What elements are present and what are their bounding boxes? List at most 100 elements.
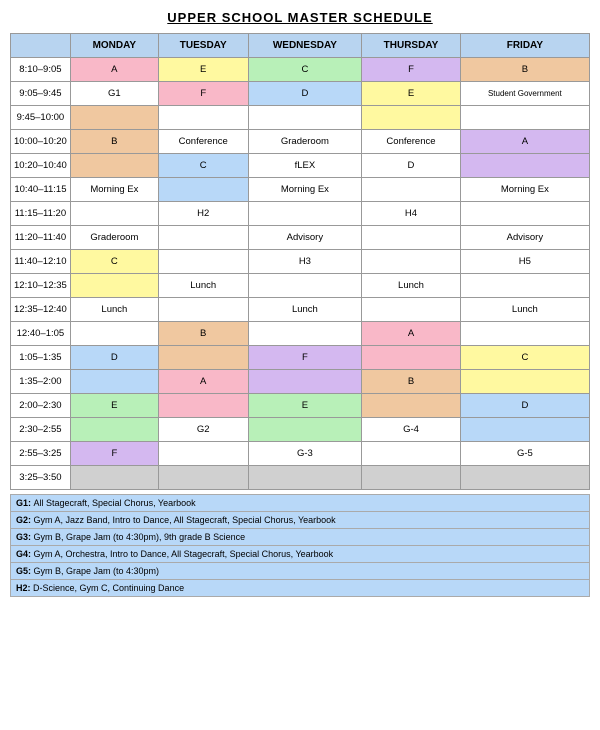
schedule-cell: Morning Ex: [70, 178, 158, 202]
schedule-cell: [248, 274, 362, 298]
time-cell: 1:35–2:00: [11, 370, 71, 394]
schedule-cell: [248, 106, 362, 130]
schedule-cell: [460, 202, 589, 226]
schedule-cell: [362, 346, 461, 370]
schedule-cell: B: [70, 130, 158, 154]
schedule-cell: Conference: [362, 130, 461, 154]
thursday-header: THURSDAY: [362, 34, 461, 58]
schedule-cell: [70, 106, 158, 130]
wednesday-header: WEDNESDAY: [248, 34, 362, 58]
schedule-cell: H5: [460, 250, 589, 274]
schedule-cell: D: [248, 82, 362, 106]
schedule-cell: fLEX: [248, 154, 362, 178]
schedule-cell: Conference: [158, 130, 248, 154]
schedule-cell: Morning Ex: [248, 178, 362, 202]
schedule-cell: F: [362, 58, 461, 82]
schedule-cell: B: [460, 58, 589, 82]
schedule-cell: [460, 322, 589, 346]
schedule-cell: Advisory: [248, 226, 362, 250]
legend-item: G2: Gym A, Jazz Band, Intro to Dance, Al…: [11, 512, 590, 529]
schedule-cell: H2: [158, 202, 248, 226]
schedule-cell: B: [158, 322, 248, 346]
schedule-cell: [70, 322, 158, 346]
schedule-cell: [70, 154, 158, 178]
schedule-cell: [158, 226, 248, 250]
schedule-cell: [158, 298, 248, 322]
friday-header: FRIDAY: [460, 34, 589, 58]
schedule-cell: Lunch: [70, 298, 158, 322]
schedule-cell: [158, 346, 248, 370]
time-cell: 11:20–11:40: [11, 226, 71, 250]
time-cell: 10:20–10:40: [11, 154, 71, 178]
schedule-cell: A: [362, 322, 461, 346]
schedule-cell: C: [158, 154, 248, 178]
schedule-cell: [158, 394, 248, 418]
schedule-cell: H4: [362, 202, 461, 226]
schedule-cell: [158, 466, 248, 490]
schedule-cell: [362, 250, 461, 274]
time-cell: 3:25–3:50: [11, 466, 71, 490]
schedule-cell: Graderoom: [248, 130, 362, 154]
schedule-table: MONDAY TUESDAY WEDNESDAY THURSDAY FRIDAY…: [10, 33, 590, 490]
time-cell: 11:40–12:10: [11, 250, 71, 274]
schedule-cell: [362, 178, 461, 202]
time-cell: 1:05–1:35: [11, 346, 71, 370]
schedule-cell: [158, 442, 248, 466]
schedule-cell: [158, 250, 248, 274]
time-cell: 2:30–2:55: [11, 418, 71, 442]
schedule-cell: D: [362, 154, 461, 178]
schedule-cell: [158, 178, 248, 202]
schedule-cell: Morning Ex: [460, 178, 589, 202]
schedule-cell: F: [70, 442, 158, 466]
schedule-cell: [362, 298, 461, 322]
legend-table: G1: All Stagecraft, Special Chorus, Year…: [10, 494, 590, 597]
time-cell: 2:00–2:30: [11, 394, 71, 418]
schedule-cell: [70, 370, 158, 394]
schedule-cell: [70, 418, 158, 442]
time-cell: 11:15–11:20: [11, 202, 71, 226]
time-cell: 12:35–12:40: [11, 298, 71, 322]
schedule-cell: H3: [248, 250, 362, 274]
schedule-cell: B: [362, 370, 461, 394]
schedule-cell: C: [248, 58, 362, 82]
schedule-cell: [70, 202, 158, 226]
schedule-cell: Student Government: [460, 82, 589, 106]
schedule-cell: [248, 370, 362, 394]
schedule-cell: [460, 154, 589, 178]
legend-item: G4: Gym A, Orchestra, Intro to Dance, Al…: [11, 546, 590, 563]
legend-item: G5: Gym B, Grape Jam (to 4:30pm): [11, 563, 590, 580]
schedule-cell: [460, 418, 589, 442]
tuesday-header: TUESDAY: [158, 34, 248, 58]
schedule-cell: G-5: [460, 442, 589, 466]
time-cell: 10:40–11:15: [11, 178, 71, 202]
time-cell: 12:10–12:35: [11, 274, 71, 298]
schedule-cell: [248, 202, 362, 226]
time-cell: 9:45–10:00: [11, 106, 71, 130]
schedule-cell: Lunch: [158, 274, 248, 298]
schedule-cell: E: [248, 394, 362, 418]
schedule-cell: A: [158, 370, 248, 394]
schedule-cell: E: [158, 58, 248, 82]
schedule-cell: [362, 226, 461, 250]
monday-header: MONDAY: [70, 34, 158, 58]
schedule-cell: Lunch: [362, 274, 461, 298]
time-cell: 10:00–10:20: [11, 130, 71, 154]
schedule-cell: [248, 418, 362, 442]
schedule-cell: Advisory: [460, 226, 589, 250]
schedule-cell: E: [70, 394, 158, 418]
schedule-cell: [248, 322, 362, 346]
schedule-cell: D: [460, 394, 589, 418]
schedule-cell: [460, 466, 589, 490]
time-header: [11, 34, 71, 58]
time-cell: 2:55–3:25: [11, 442, 71, 466]
schedule-cell: A: [460, 130, 589, 154]
schedule-cell: E: [362, 82, 461, 106]
time-cell: 9:05–9:45: [11, 82, 71, 106]
legend-item: G3: Gym B, Grape Jam (to 4:30pm), 9th gr…: [11, 529, 590, 546]
schedule-cell: [362, 442, 461, 466]
legend-item: G1: All Stagecraft, Special Chorus, Year…: [11, 495, 590, 512]
schedule-cell: [362, 466, 461, 490]
page-title: UPPER SCHOOL MASTER SCHEDULE: [10, 10, 590, 25]
schedule-cell: G-4: [362, 418, 461, 442]
schedule-cell: G-3: [248, 442, 362, 466]
